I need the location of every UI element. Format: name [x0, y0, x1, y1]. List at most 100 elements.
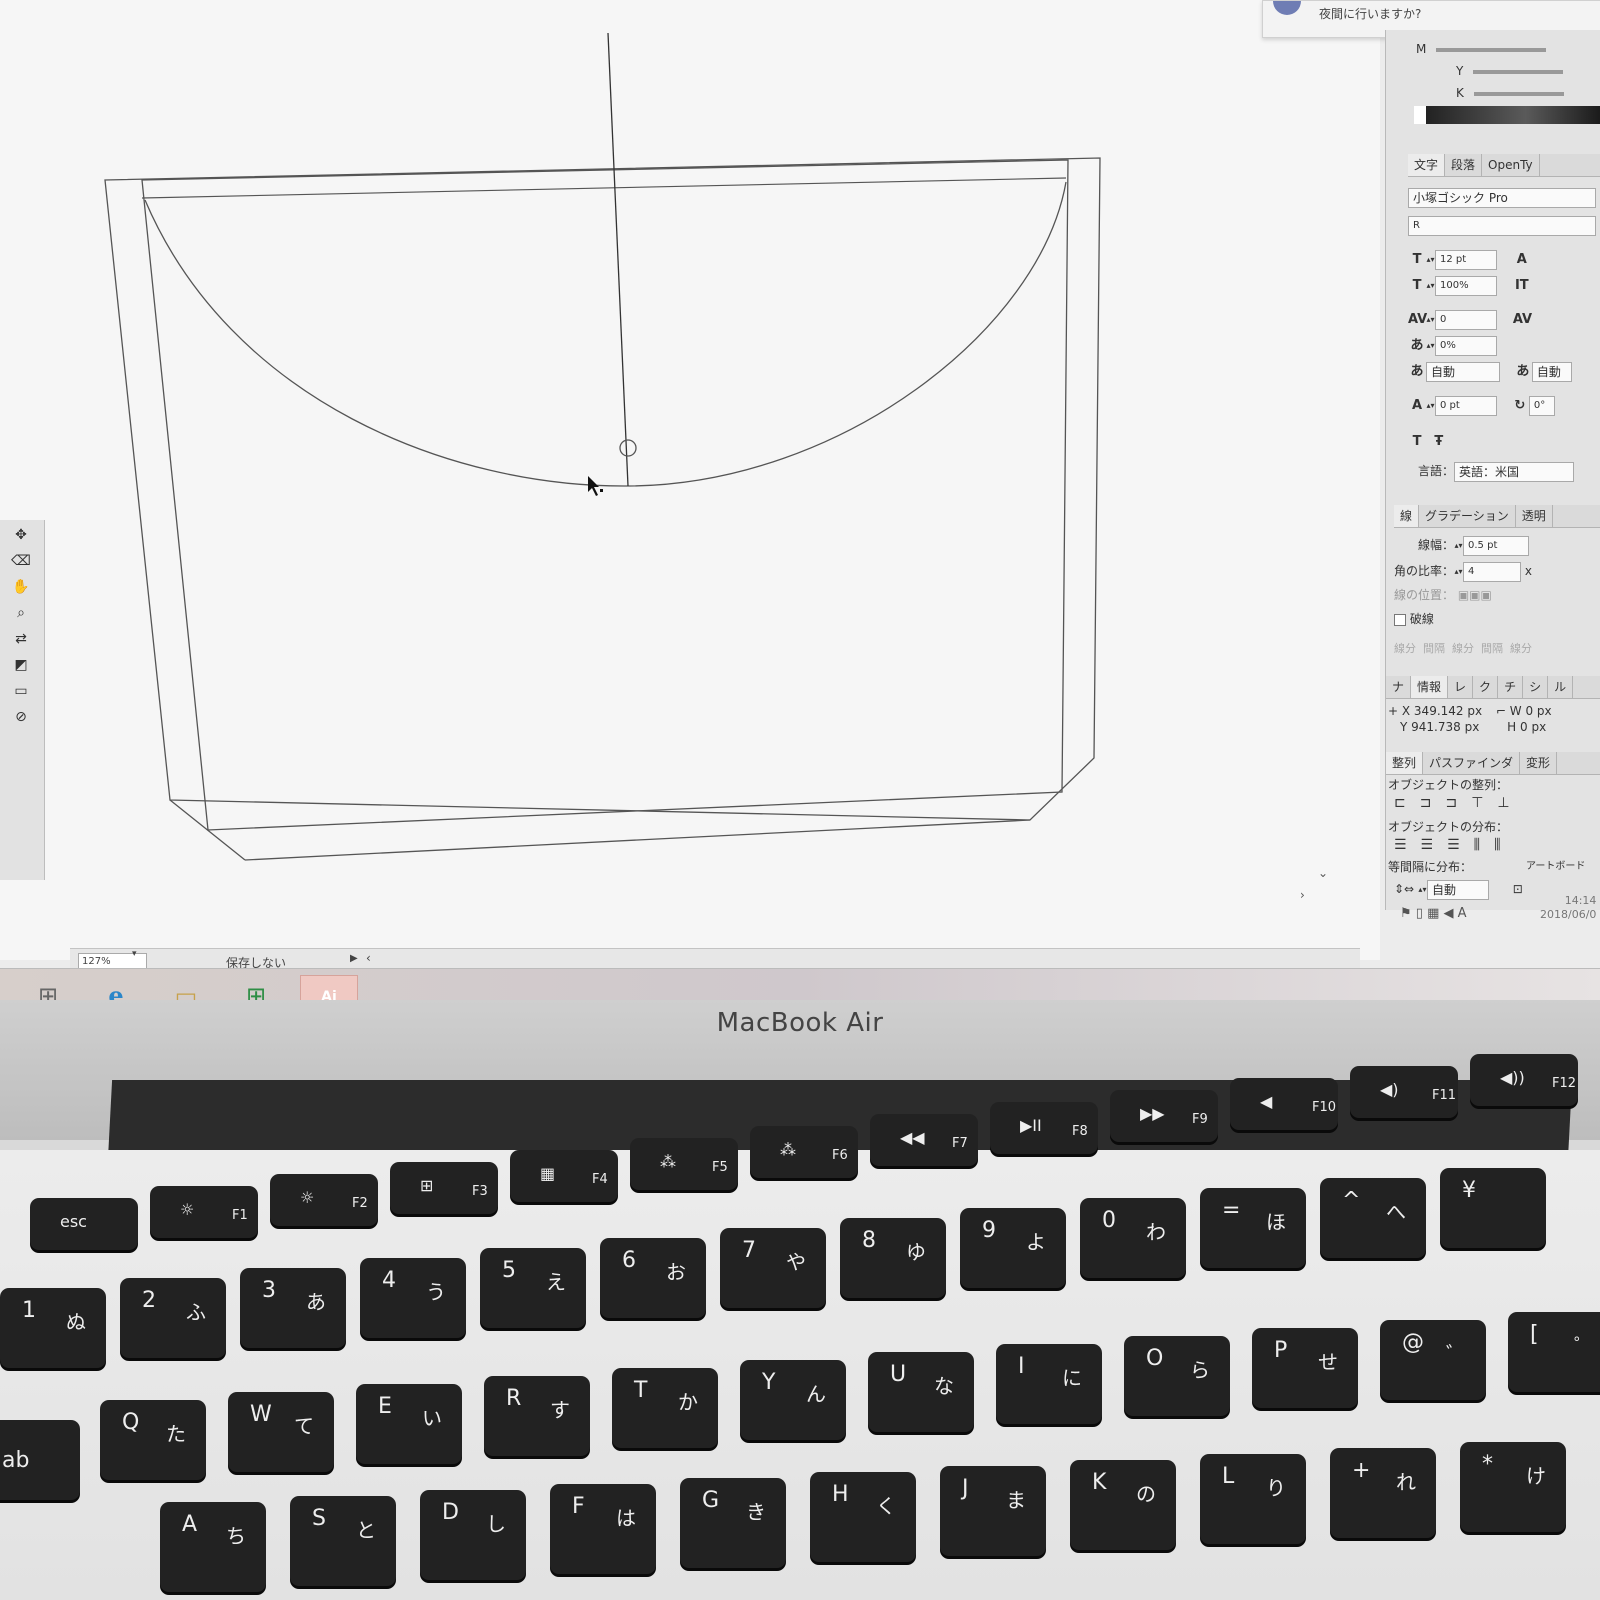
fn-key-2[interactable]: ☼ F2	[270, 1174, 378, 1226]
tab-shi[interactable]: シ	[1523, 676, 1549, 698]
screen-mode-icon[interactable]: ▭	[8, 680, 34, 702]
key-4[interactable]: 5え	[480, 1248, 586, 1328]
flag-icon[interactable]: ⚑	[1400, 906, 1412, 921]
channel-slider[interactable]	[1473, 91, 1564, 96]
play-icon[interactable]: ▶	[350, 953, 358, 964]
fn-key-0[interactable]: esc	[30, 1198, 138, 1250]
fn-key-12[interactable]: ◀)) F12	[1470, 1054, 1578, 1106]
stepper-icon[interactable]: ▴▾	[1426, 401, 1435, 410]
tab-layers[interactable]: レ	[1448, 676, 1474, 698]
key-5[interactable]: Yん	[740, 1360, 846, 1440]
font-style-field[interactable]: R	[1408, 214, 1596, 236]
key-2[interactable]: Eい	[356, 1384, 462, 1464]
hand-icon[interactable]: ✋	[8, 576, 34, 598]
miter-field[interactable]: 4	[1463, 561, 1522, 582]
tab-transparency[interactable]: 透明	[1516, 505, 1553, 527]
stroke-weight-field[interactable]: 0.5 pt	[1463, 535, 1530, 556]
power-icon[interactable]: ▯	[1416, 906, 1423, 921]
tab-pathfinder[interactable]: パスファインダ	[1423, 752, 1521, 774]
tab-gradient[interactable]: グラデーション	[1419, 505, 1516, 527]
key-1[interactable]: Sと	[290, 1496, 396, 1586]
tab-align[interactable]: 整列	[1386, 752, 1424, 774]
stepper-icon[interactable]: ▴▾	[1454, 567, 1463, 576]
key-7[interactable]: Kの	[1070, 1460, 1176, 1550]
stepper-icon[interactable]: ▴▾	[1426, 281, 1435, 290]
fn-key-6[interactable]: ⁂ F6	[750, 1126, 858, 1178]
stroke-align-icons[interactable]: ▣▣▣	[1458, 588, 1492, 602]
key-11[interactable]: [゜	[1508, 1312, 1600, 1392]
chevron-left-icon[interactable]: ‹	[366, 951, 371, 965]
fill-stroke-icon[interactable]: ◩	[8, 654, 34, 676]
type-vertical-icon[interactable]: Ŧ	[1430, 431, 1448, 453]
vertical-scale-field[interactable]: 100%	[1435, 275, 1497, 296]
scroll-down-icon[interactable]: ⌄	[1318, 866, 1328, 880]
key-6[interactable]: 7や	[720, 1228, 826, 1308]
key-10[interactable]: = ほ	[1200, 1188, 1306, 1268]
eraser-icon[interactable]: ⌫	[8, 550, 34, 572]
key-4[interactable]: Gき	[680, 1478, 786, 1568]
key-4[interactable]: Tか	[612, 1368, 718, 1448]
fn-key-7[interactable]: ◀◀ F7	[870, 1114, 978, 1166]
fn-key-11[interactable]: ◀) F11	[1350, 1066, 1458, 1118]
key-3[interactable]: 4う	[360, 1258, 466, 1338]
baseline-shift-field[interactable]: 0 pt	[1435, 395, 1497, 416]
key-1[interactable]: Wて	[228, 1392, 334, 1472]
stepper-icon[interactable]: ▴▾	[1454, 541, 1463, 550]
type-upright-icon[interactable]: T	[1408, 431, 1426, 453]
font-size-field[interactable]: 12 pt	[1435, 249, 1497, 270]
distribute-objects-buttons[interactable]: ☰☰☰⫼⫼	[1394, 834, 1515, 856]
kerning-field[interactable]: 0	[1435, 309, 1497, 330]
aki-right-field[interactable]: 自動	[1531, 361, 1572, 382]
tab-key[interactable]: ab	[0, 1420, 80, 1500]
tab-character[interactable]: 文字	[1408, 154, 1446, 176]
tab-info[interactable]: 情報	[1411, 676, 1449, 698]
key-1[interactable]: 2ふ	[120, 1278, 226, 1358]
key-10[interactable]: * け	[1460, 1442, 1566, 1532]
key-3[interactable]: Rす	[484, 1376, 590, 1456]
language-select[interactable]: 英語：米国	[1454, 461, 1575, 482]
fn-key-1[interactable]: ☼ F1	[150, 1186, 258, 1238]
scroll-right-icon[interactable]: ›	[1300, 888, 1305, 902]
stepper-icon[interactable]: ▴▾	[1426, 341, 1435, 350]
volume-icon[interactable]: ◀	[1444, 906, 1454, 921]
key-9[interactable]: Pせ	[1252, 1328, 1358, 1408]
fn-key-5[interactable]: ⁂ F5	[630, 1138, 738, 1190]
key-9[interactable]: 0わ	[1080, 1198, 1186, 1278]
tab-navigator[interactable]: ナ	[1386, 676, 1412, 698]
key-6[interactable]: Jま	[940, 1466, 1046, 1556]
key-8[interactable]: Oら	[1124, 1336, 1230, 1416]
fn-key-3[interactable]: ⊞ F3	[390, 1162, 498, 1214]
zoom-icon[interactable]: ⌕	[8, 602, 34, 624]
stepper-icon[interactable]: ▴▾	[1426, 255, 1435, 264]
key-6[interactable]: Uな	[868, 1352, 974, 1432]
fn-key-10[interactable]: ◀ F10	[1230, 1078, 1338, 1130]
network-icon[interactable]: ▦	[1427, 906, 1439, 921]
key-2[interactable]: 3あ	[240, 1268, 346, 1348]
align-objects-buttons[interactable]: ⊏⊐⊐⊤⊥	[1394, 792, 1524, 814]
drawing[interactable]	[0, 0, 1380, 960]
key-5[interactable]: Hく	[810, 1472, 916, 1562]
fn-key-8[interactable]: ▶II F8	[990, 1102, 1098, 1154]
stepper-icon[interactable]: ▴▾	[1418, 885, 1427, 894]
rotation-field[interactable]: 0°	[1528, 395, 1555, 416]
key-8[interactable]: 9よ	[960, 1208, 1066, 1288]
key-0[interactable]: 1ぬ	[0, 1288, 106, 1368]
tab-paragraph[interactable]: 段落	[1445, 154, 1483, 176]
channel-slider[interactable]	[1436, 47, 1547, 52]
dashed-checkbox[interactable]	[1394, 613, 1406, 626]
key-2[interactable]: Dし	[420, 1490, 526, 1580]
key-9[interactable]: + れ	[1330, 1448, 1436, 1538]
tab-stroke[interactable]: 線	[1394, 505, 1420, 527]
key-0[interactable]: Aち	[160, 1502, 266, 1592]
chevron-down-icon[interactable]: ▾	[132, 949, 137, 959]
key-10[interactable]: @ ゛	[1380, 1320, 1486, 1400]
key-11[interactable]: ^ へ	[1320, 1178, 1426, 1258]
key-7[interactable]: 8ゆ	[840, 1218, 946, 1298]
align-to-icon[interactable]: ⊡	[1513, 882, 1523, 896]
artboard-canvas[interactable]: ⌄ ›	[0, 0, 1380, 960]
stepper-icon[interactable]: ▴▾	[1426, 315, 1435, 324]
ime-indicator[interactable]: A	[1458, 906, 1467, 921]
tab-ku[interactable]: ク	[1473, 676, 1499, 698]
key-12[interactable]: ¥	[1440, 1168, 1546, 1248]
tab-transform[interactable]: 変形	[1520, 752, 1558, 774]
